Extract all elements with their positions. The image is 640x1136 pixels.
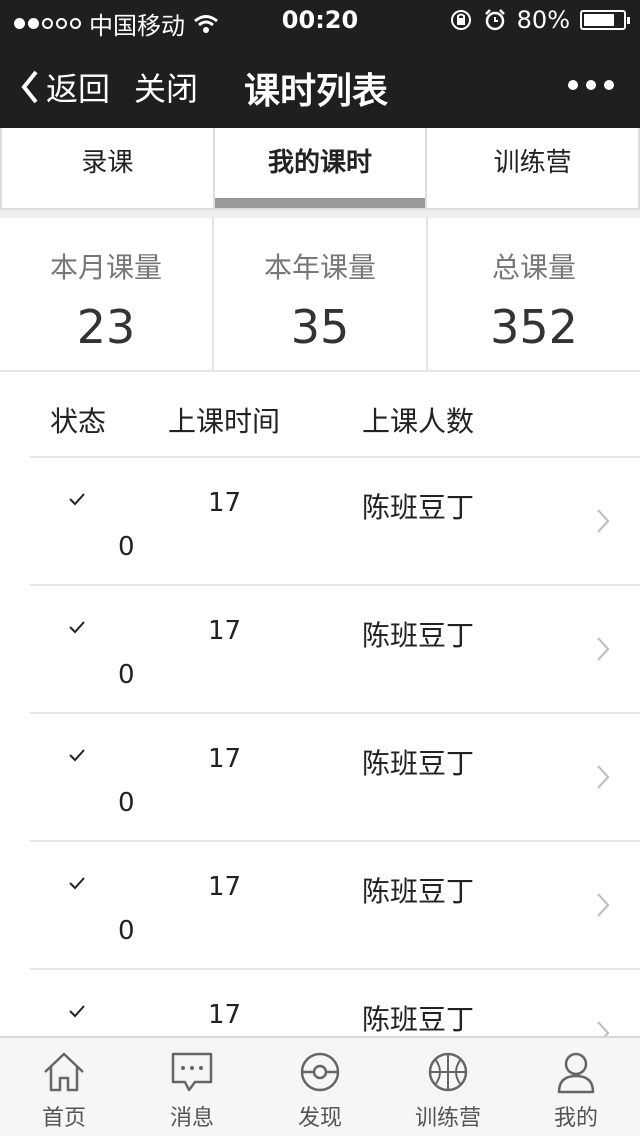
- chevron-right-icon: [597, 893, 610, 917]
- lesson-time: 17: [208, 616, 242, 646]
- rotation-lock-icon: [450, 10, 471, 30]
- header-time: 上课时间: [168, 405, 281, 438]
- page-title: 课时列表: [244, 71, 389, 112]
- battery-percent: 80%: [516, 6, 570, 34]
- list-item[interactable]: 17 0 陈班豆丁: [30, 586, 640, 714]
- more-menu-icon[interactable]: [568, 80, 614, 90]
- tabbar-label: 发现: [297, 1106, 342, 1131]
- check-icon: [69, 1005, 85, 1018]
- check-icon: [69, 877, 85, 890]
- tabbar-label: 消息: [169, 1106, 214, 1131]
- stat-label: 总课量: [491, 251, 576, 284]
- chevron-left-icon: [21, 70, 38, 104]
- tabbar-training-camp[interactable]: 训练营: [384, 1038, 512, 1136]
- lesson-stats: 本月课量 23 本年课量 35 总课量 352: [0, 218, 640, 372]
- stat-label: 本月课量: [49, 251, 162, 284]
- lesson-time-extra: 0: [118, 916, 135, 946]
- lesson-time: 17: [208, 488, 242, 518]
- stat-value: 23: [76, 300, 136, 354]
- lesson-class: 陈班豆丁: [362, 491, 475, 524]
- tabbar-discover[interactable]: 发现: [256, 1038, 384, 1136]
- tabbar-label: 训练营: [414, 1106, 481, 1131]
- basketball-icon: [428, 1052, 468, 1092]
- top-bar: 中国移动 00:20 80% 返回 关闭 课时列表: [0, 0, 640, 128]
- lesson-class: 陈班豆丁: [362, 747, 475, 780]
- stat-month: 本月课量 23: [0, 218, 214, 370]
- tab-training-camp[interactable]: 训练营: [427, 128, 640, 208]
- chevron-right-icon: [597, 509, 610, 533]
- lesson-class: 陈班豆丁: [362, 619, 475, 652]
- close-button[interactable]: 关闭: [134, 64, 198, 110]
- tabbar-label: 我的: [553, 1106, 598, 1131]
- tabbar-profile[interactable]: 我的: [512, 1038, 640, 1136]
- lesson-list: 17 0 陈班豆丁 17 0 陈班豆丁 17 0 陈班豆丁 17 0 陈班豆丁 …: [0, 458, 640, 1098]
- tab-my-lessons[interactable]: 我的课时: [214, 128, 428, 208]
- segment-tabs: 录课 我的课时 训练营: [0, 128, 640, 210]
- check-icon: [69, 493, 85, 506]
- list-header: 状态 上课时间 上课人数: [30, 372, 640, 458]
- alarm-icon: [484, 9, 505, 31]
- lesson-time-extra: 0: [118, 532, 135, 562]
- lesson-time-extra: 0: [118, 788, 135, 818]
- user-icon: [557, 1052, 595, 1094]
- bottom-tab-bar: 首页 消息 发现 训练营 我的: [0, 1036, 640, 1136]
- stat-label: 本年课量: [263, 251, 376, 284]
- chevron-right-icon: [597, 765, 610, 789]
- list-item[interactable]: 17 0 陈班豆丁: [30, 842, 640, 970]
- lesson-class: 陈班豆丁: [362, 1003, 475, 1036]
- tabbar-home[interactable]: 首页: [0, 1038, 128, 1136]
- header-count: 上课人数: [362, 405, 475, 438]
- status-right: 80%: [449, 6, 630, 34]
- message-icon: [171, 1052, 213, 1092]
- check-icon: [69, 621, 85, 634]
- stat-total: 总课量 352: [428, 218, 640, 370]
- lesson-time-extra: 0: [118, 660, 135, 690]
- lesson-class: 陈班豆丁: [362, 875, 475, 908]
- check-icon: [69, 749, 85, 762]
- home-icon: [44, 1052, 84, 1092]
- stat-value: 35: [290, 300, 350, 354]
- lesson-time: 17: [208, 872, 242, 902]
- nav-bar: 返回 关闭 课时列表: [0, 40, 640, 128]
- tabbar-label: 首页: [41, 1106, 86, 1131]
- chevron-right-icon: [597, 637, 610, 661]
- back-label: 返回: [46, 70, 111, 108]
- stat-value: 352: [490, 300, 578, 354]
- list-item[interactable]: 17 0 陈班豆丁: [30, 714, 640, 842]
- tabbar-messages[interactable]: 消息: [128, 1038, 256, 1136]
- section-divider: [0, 210, 640, 218]
- status-bar: 中国移动 00:20 80%: [0, 0, 640, 40]
- lesson-time: 17: [208, 744, 242, 774]
- lesson-time: 17: [208, 1000, 242, 1030]
- discover-icon: [300, 1052, 340, 1092]
- header-status: 状态: [50, 405, 107, 438]
- list-item[interactable]: 17 0 陈班豆丁: [30, 458, 640, 586]
- battery-icon: [580, 10, 630, 30]
- back-button[interactable]: 返回: [20, 64, 110, 110]
- tab-record-lesson[interactable]: 录课: [0, 128, 215, 208]
- stat-year: 本年课量 35: [214, 218, 428, 370]
